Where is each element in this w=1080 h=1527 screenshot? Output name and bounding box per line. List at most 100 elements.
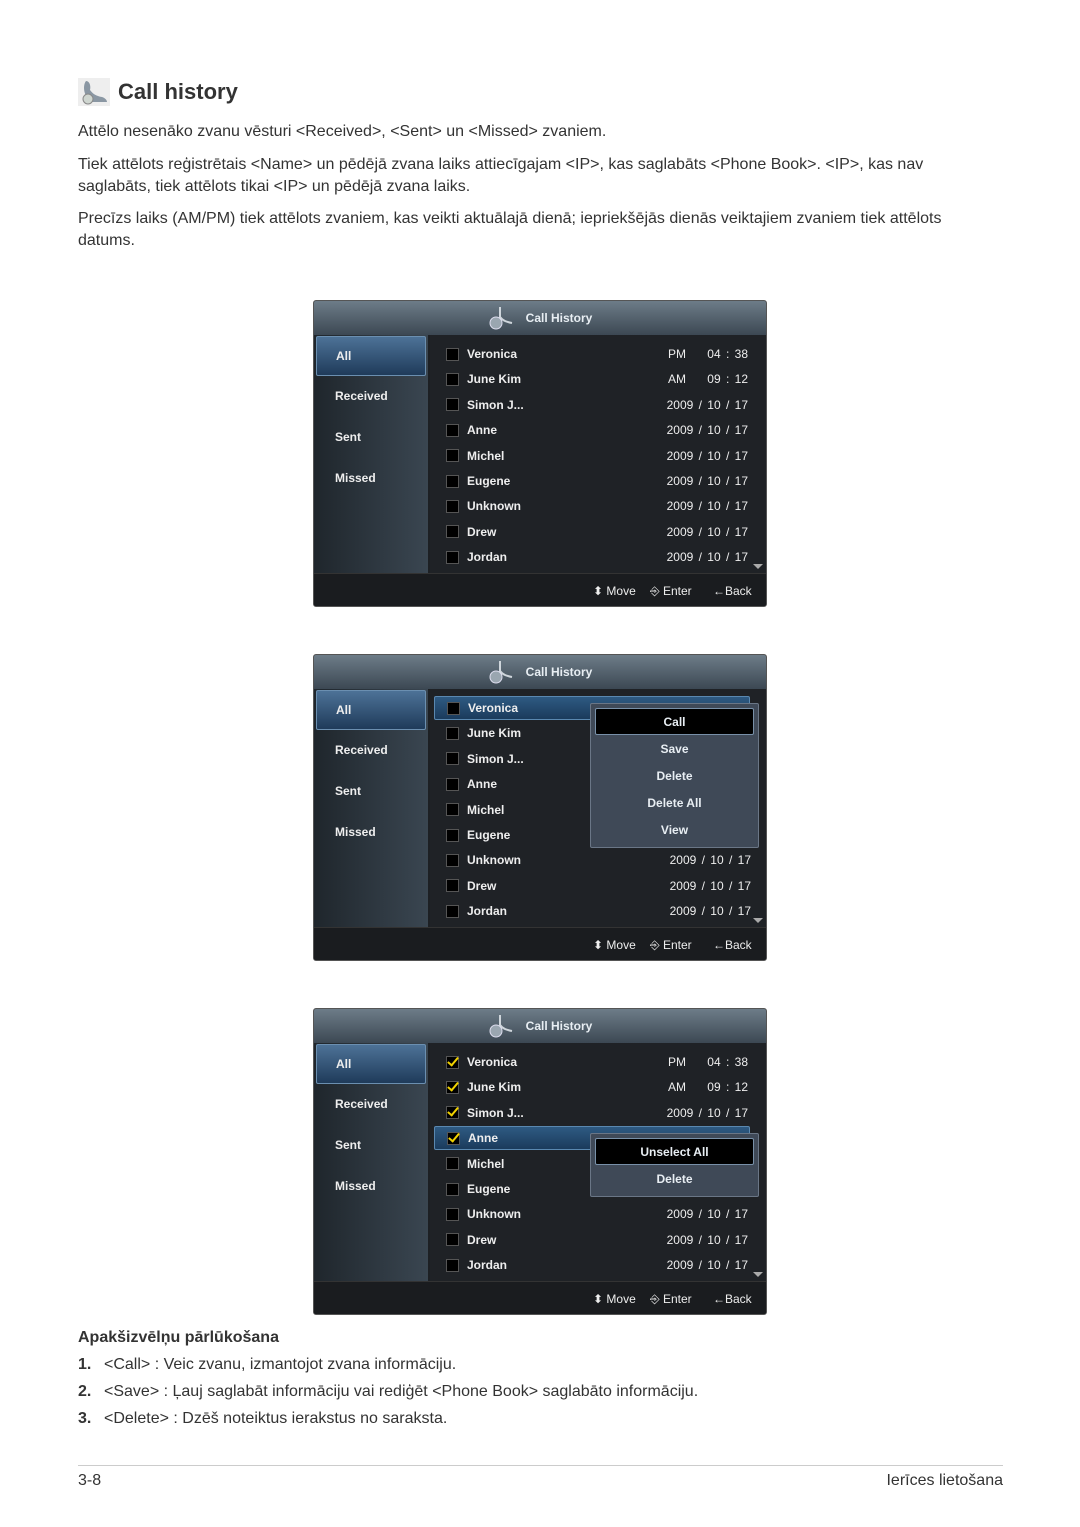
tab-all[interactable]: All (316, 1044, 426, 1084)
checkbox[interactable] (446, 1157, 459, 1171)
enter-hint: ⎆ Enter (650, 1292, 692, 1307)
page-title: Call history (118, 79, 238, 104)
checkbox[interactable] (446, 1182, 459, 1196)
call-list-item[interactable]: June Kim AM 09 : 12 (434, 367, 750, 391)
checkbox[interactable] (446, 803, 459, 817)
back-arrow-icon: ← (713, 584, 725, 598)
checkbox[interactable] (446, 525, 459, 539)
checkbox[interactable] (446, 499, 459, 513)
call-list-item[interactable]: Veronica PM 04 : 38 (434, 1050, 750, 1074)
scroll-down-icon[interactable] (753, 564, 763, 569)
call-list-item[interactable]: Eugene 2009 / 10 / 17 (434, 469, 750, 493)
tab-received[interactable]: Received (316, 376, 426, 416)
call-time: 2009 / 10 / 17 (666, 1258, 748, 1273)
call-time: AM 09 : 12 (667, 372, 748, 387)
tab-sent[interactable]: Sent (316, 771, 426, 811)
call-list-item[interactable]: Unknown 2009 / 10 / 17 (434, 848, 751, 872)
move-label: Move (606, 584, 636, 598)
contact-name: Jordan (467, 904, 508, 919)
call-list-item[interactable]: Unknown 2009 / 10 / 17 (434, 494, 750, 518)
contact-name: Unknown (467, 499, 521, 514)
list-number: 1. (78, 1356, 92, 1373)
screen-footer: ⬍ Move ⎆ Enter ←Back (314, 1281, 766, 1314)
checkbox[interactable] (446, 347, 459, 361)
tab-received[interactable]: Received (316, 1084, 426, 1124)
chapter-title: Ierīces lietošana (886, 1472, 1003, 1489)
checkbox[interactable] (446, 777, 459, 791)
tab-all[interactable]: All (316, 336, 426, 376)
call-list-item[interactable]: Jordan 2009 / 10 / 17 (434, 1253, 750, 1277)
tab-missed[interactable]: Missed (316, 1166, 426, 1206)
call-list-item[interactable]: Simon J... 2009 / 10 / 17 (434, 393, 750, 417)
enter-hint: ⎆ Enter (650, 938, 692, 953)
screen-header: Call History (314, 1009, 766, 1043)
checkbox[interactable] (446, 1106, 459, 1120)
call-list-item[interactable]: Jordan 2009 / 10 / 17 (434, 899, 751, 923)
call-time: 2009 / 10 / 17 (669, 853, 751, 868)
checkbox[interactable] (446, 398, 459, 412)
call-list-item[interactable]: Unknown 2009 / 10 / 17 (434, 1202, 750, 1226)
checkbox[interactable] (446, 1258, 459, 1272)
checkbox[interactable] (446, 1207, 459, 1221)
checkbox[interactable] (446, 372, 459, 386)
checkbox[interactable] (446, 726, 459, 740)
call-list-item[interactable]: Drew 2009 / 10 / 17 (434, 874, 751, 898)
call-list-item[interactable]: Anne 2009 / 10 / 17 (434, 418, 750, 442)
call-list-item[interactable]: Michel 2009 / 10 / 17 (434, 444, 750, 468)
checkbox[interactable] (446, 550, 459, 564)
tab-missed[interactable]: Missed (316, 812, 426, 852)
popup-item[interactable]: Unselect All (595, 1138, 754, 1165)
checkbox[interactable] (446, 1233, 459, 1247)
checkbox[interactable] (446, 474, 459, 488)
call-list-item[interactable]: Veronica PM 04 : 38 (434, 342, 750, 366)
contact-name: June Kim (467, 726, 522, 741)
scroll-down-icon[interactable] (753, 1272, 763, 1277)
call-time: 2009 / 10 / 17 (669, 878, 751, 893)
call-list-item[interactable]: Jordan 2009 / 10 / 17 (434, 545, 750, 569)
checkbox[interactable] (446, 904, 459, 918)
checkbox[interactable] (447, 701, 460, 715)
contact-name: Drew (467, 1232, 497, 1247)
tab-sent[interactable]: Sent (316, 1125, 426, 1165)
up-down-icon: ⬍ (593, 1292, 604, 1306)
enter-icon: ⎆ (650, 584, 660, 598)
checkbox[interactable] (446, 1055, 459, 1069)
checkbox[interactable] (447, 1131, 460, 1145)
popup-item[interactable]: Call (595, 708, 754, 735)
contact-name: Simon J... (467, 1105, 524, 1120)
call-list-item[interactable]: Drew 2009 / 10 / 17 (434, 520, 750, 544)
popup-item[interactable]: Delete (595, 1165, 754, 1192)
back-hint: ←Back (713, 1292, 752, 1306)
popup-item[interactable]: Delete (595, 762, 754, 789)
checkbox[interactable] (446, 752, 459, 766)
contact-name: Veronica (468, 701, 519, 715)
checkbox[interactable] (446, 853, 459, 867)
contact-name: Simon J... (467, 397, 524, 412)
tab-sent[interactable]: Sent (316, 417, 426, 457)
checkbox[interactable] (446, 449, 459, 463)
popup-item[interactable]: Delete All (595, 789, 754, 816)
popup-item[interactable]: View (595, 816, 754, 843)
call-time: 2009 / 10 / 17 (666, 423, 748, 438)
tab-missed[interactable]: Missed (316, 458, 426, 498)
contact-name: Eugene (467, 474, 511, 488)
tab-received[interactable]: Received (316, 730, 426, 770)
call-time: 2009 / 10 / 17 (666, 1232, 748, 1247)
call-history-screen: Call History All Received Sent Missed Veron… (313, 300, 767, 607)
tab-all[interactable]: All (316, 690, 426, 730)
call-list-item[interactable]: Drew 2009 / 10 / 17 (434, 1228, 750, 1252)
popup-item[interactable]: Save (595, 735, 754, 762)
scroll-down-icon[interactable] (753, 918, 763, 923)
checkbox[interactable] (446, 828, 459, 842)
footer-divider (78, 1465, 1003, 1466)
checkbox[interactable] (446, 1080, 459, 1094)
checkbox[interactable] (446, 423, 459, 437)
enter-label: Enter (662, 938, 692, 952)
list-number: 2. (78, 1383, 92, 1400)
contact-name: Veronica (467, 1055, 518, 1069)
call-list-item[interactable]: June Kim AM 09 : 12 (434, 1075, 750, 1099)
list-number: 3. (78, 1410, 92, 1427)
call-list-item[interactable]: Simon J... 2009 / 10 / 17 (434, 1101, 750, 1125)
checkbox[interactable] (446, 879, 459, 893)
contact-name: Michel (467, 802, 505, 817)
